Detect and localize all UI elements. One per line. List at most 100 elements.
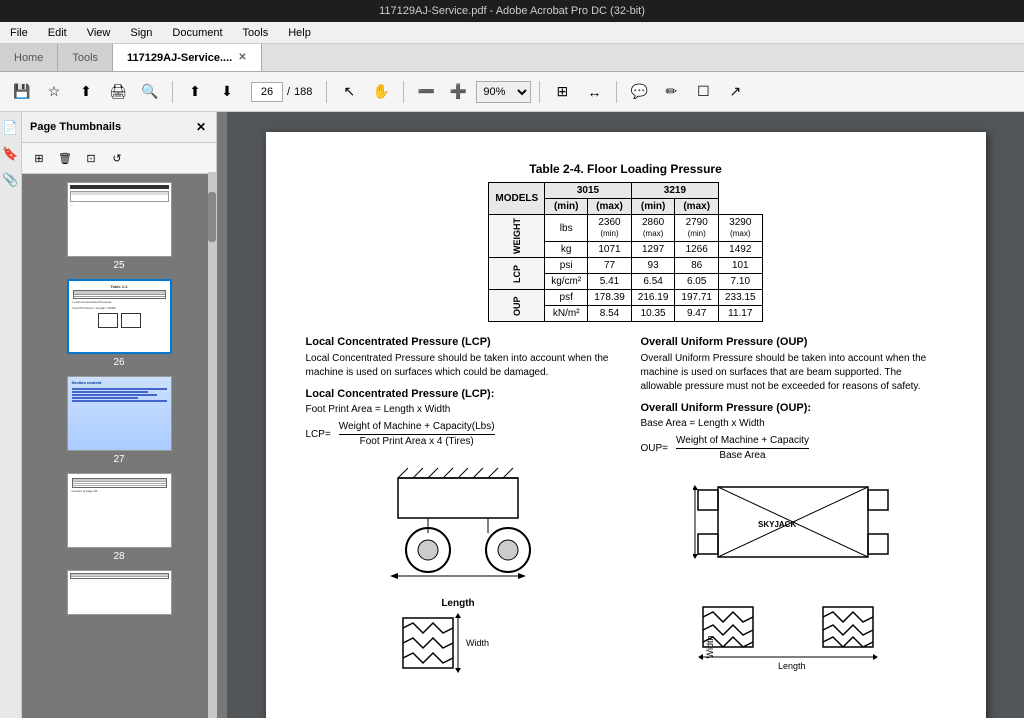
bookmark-strip-icon[interactable]: 🔖 [2, 146, 18, 162]
close-icon[interactable]: ✕ [238, 52, 246, 63]
unit-psi: psi [545, 258, 588, 274]
fit-page-button[interactable]: ⊞ [548, 78, 576, 106]
thumbnail-25[interactable]: ··· 25 [67, 182, 172, 271]
hand-tool-button[interactable]: ✋ [367, 78, 395, 106]
separator2 [326, 81, 327, 103]
lcp-header: LCP [489, 258, 545, 290]
sidebar-header: Page Thumbnails ✕ [22, 112, 216, 143]
val-psi-min1: 77 [588, 258, 632, 274]
svg-text:Width: Width [466, 638, 489, 648]
sidebar: Page Thumbnails ✕ ⊞ 🗑 ⊡ ↺ [22, 112, 217, 718]
lcp-label: LCP= [306, 429, 331, 440]
toolbar: 💾 ☆ ⬆ 🖨 🔍 ⬆ ⬇ / 188 ↖ ✋ ➖ ➕ 90% 100% 75%… [0, 72, 1024, 112]
sidebar-close-icon[interactable]: ✕ [194, 118, 208, 136]
comment-button[interactable]: 💬 [625, 78, 653, 106]
prev-page-button[interactable]: ⬆ [181, 78, 209, 106]
thumb-img-28[interactable]: Content of page 28... [67, 473, 172, 548]
menu-edit[interactable]: Edit [44, 25, 71, 41]
thumbnail-29[interactable] [67, 570, 172, 615]
sidebar-toolbar: ⊞ 🗑 ⊡ ↺ [22, 143, 216, 174]
thumbnail-27[interactable]: Section content 27 [67, 376, 172, 465]
thumb-label-26: 26 [113, 357, 124, 368]
search-button[interactable]: 🔍 [136, 78, 164, 106]
menu-bar: File Edit View Sign Document Tools Help [0, 22, 1024, 44]
lcp-formula-heading: Local Concentrated Pressure (LCP): [306, 388, 611, 400]
share-button[interactable]: ↗ [721, 78, 749, 106]
menu-help[interactable]: Help [284, 25, 315, 41]
thumb-content-27: Section content [68, 377, 171, 450]
val-lbs-min2: 2790(min) [675, 215, 719, 242]
val-kgcm2-min1: 5.41 [588, 274, 632, 290]
zoom-select[interactable]: 90% 100% 75% 50% 125% 150% [476, 81, 531, 103]
insert-page-button[interactable]: ⊡ [80, 147, 102, 169]
separator5 [616, 81, 617, 103]
sidebar-header-icons: ✕ [194, 118, 208, 136]
attachment-icon[interactable]: 📎 [2, 172, 18, 188]
print-button[interactable]: 🖨 [104, 78, 132, 106]
tab-tools[interactable]: Tools [58, 44, 113, 71]
tab-document[interactable]: 117129AJ-Service.... ✕ [113, 44, 262, 71]
separator4 [539, 81, 540, 103]
sidebar-scrollbar[interactable] [208, 172, 216, 718]
val-psf-max1: 216.19 [631, 290, 675, 306]
page-total: 188 [294, 86, 312, 98]
oup-column: Overall Uniform Pressure (OUP) Overall U… [641, 336, 946, 673]
next-page-button[interactable]: ⬇ [213, 78, 241, 106]
left-margin [217, 112, 227, 718]
title-bar: 117129AJ-Service.pdf - Adobe Acrobat Pro… [0, 0, 1024, 22]
val-knm2-max2: 11.17 [718, 306, 762, 322]
menu-tools[interactable]: Tools [239, 25, 273, 41]
rotate-page-button[interactable]: ↺ [106, 147, 128, 169]
th-min2: (min) [631, 199, 675, 215]
thumbnail-28[interactable]: Content of page 28... 28 [67, 473, 172, 562]
lcp-diagram: Length Wid [306, 458, 611, 673]
zoom-out-button[interactable]: ➖ [412, 78, 440, 106]
select-tool-button[interactable]: ↖ [335, 78, 363, 106]
val-lbs-max2: 3290(max) [718, 215, 762, 242]
thumb-img-27[interactable]: Section content [67, 376, 172, 451]
thumb-img-29[interactable] [67, 570, 172, 615]
save-button[interactable]: 💾 [8, 78, 36, 106]
thumbnails-panel: ··· 25 Table 2-4 [22, 174, 216, 718]
page-nav: / 188 [251, 82, 312, 102]
menu-document[interactable]: Document [168, 25, 226, 41]
val-kgcm2-min2: 6.05 [675, 274, 719, 290]
lcp-fraction: Weight of Machine + Capacity(Lbs) Foot P… [339, 421, 495, 448]
sidebar-scrollbar-thumb[interactable] [208, 192, 216, 242]
thumb-img-26[interactable]: Table 2-4 Local Concentrated Pressure...… [67, 279, 172, 354]
page-icon[interactable]: 📄 [2, 120, 18, 136]
thumb-content-26: Table 2-4 Local Concentrated Pressure...… [69, 281, 170, 352]
pen-button[interactable]: ✏ [657, 78, 685, 106]
thumb-label-28: 28 [113, 551, 124, 562]
bookmark-button[interactable]: ☆ [40, 78, 68, 106]
document-content[interactable]: Table 2-4. Floor Loading Pressure MODELS… [227, 112, 1024, 718]
menu-view[interactable]: View [83, 25, 115, 41]
fit-width-button[interactable]: ↔ [580, 78, 608, 106]
sidebar-collapse-handle[interactable]: ◀ [216, 395, 217, 435]
tab-home[interactable]: Home [0, 44, 58, 71]
thumbnail-26[interactable]: Table 2-4 Local Concentrated Pressure...… [67, 279, 172, 368]
thumb-content-28: Content of page 28... [68, 474, 171, 547]
page-number-input[interactable] [251, 82, 283, 102]
val-psf-min1: 178.39 [588, 290, 632, 306]
zoom-in-button[interactable]: ➕ [444, 78, 472, 106]
val-knm2-min2: 9.47 [675, 306, 719, 322]
oup-fraction: Weight of Machine + Capacity Base Area [676, 435, 809, 462]
menu-sign[interactable]: Sign [126, 25, 156, 41]
thumb-img-25[interactable]: ··· [67, 182, 172, 257]
menu-file[interactable]: File [6, 25, 32, 41]
th-models: MODELS [489, 183, 545, 215]
highlight-button[interactable]: ☐ [689, 78, 717, 106]
upload-button[interactable]: ⬆ [72, 78, 100, 106]
svg-text:Width: Width [705, 635, 715, 658]
table-row-psf: OUP psf 178.39 216.19 197.71 233.15 [489, 290, 762, 306]
lcp-numerator: Weight of Machine + Capacity(Lbs) [339, 421, 495, 435]
val-kg-min2: 1266 [675, 242, 719, 258]
thumbnail-view-button[interactable]: ⊞ [28, 147, 50, 169]
oup-diagram: SKYJACK [641, 472, 946, 672]
tread-diagram: Width [398, 613, 518, 673]
unit-kg: kg [545, 242, 588, 258]
val-psi-max2: 101 [718, 258, 762, 274]
oup-desc: Overall Uniform Pressure should be taken… [641, 352, 946, 394]
delete-page-button[interactable]: 🗑 [54, 147, 76, 169]
